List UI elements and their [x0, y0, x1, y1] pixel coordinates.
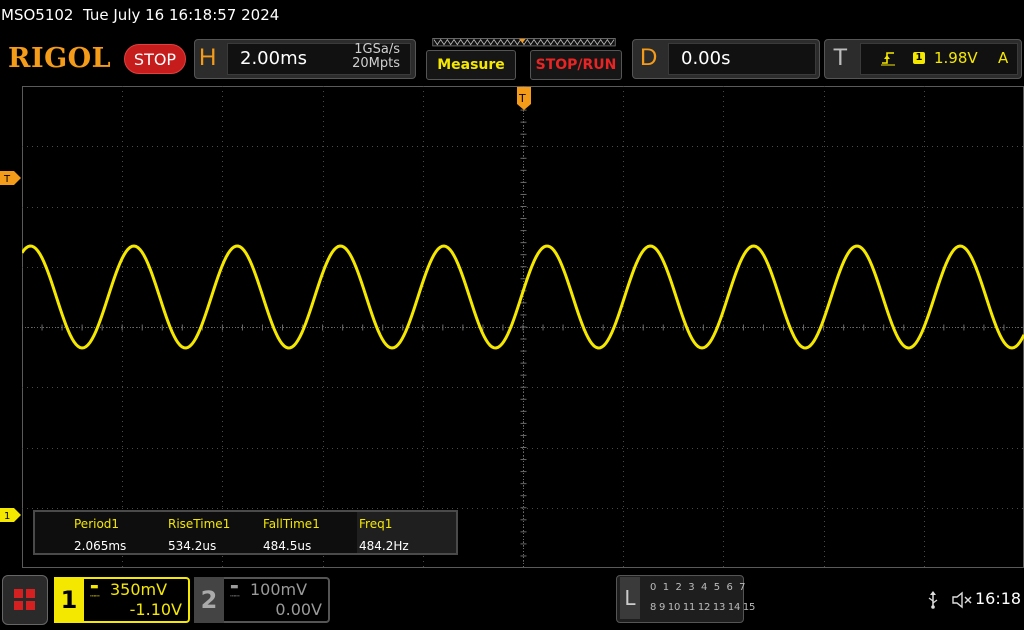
- channel1-offset: -1.10V: [129, 600, 182, 619]
- speaker-muted-icon[interactable]: [951, 591, 973, 609]
- measurement-value: 2.065ms: [74, 539, 127, 553]
- channel1-marker-label: 1: [4, 511, 10, 522]
- channel2-offset: 0.00V: [275, 600, 322, 619]
- trigger-marker-label: T: [3, 174, 11, 185]
- rigol-logo: RIGOL: [8, 43, 112, 74]
- delay-letter: D: [640, 44, 658, 71]
- delay-value: 0.00s: [681, 48, 731, 69]
- main-menu-button[interactable]: [2, 575, 48, 625]
- dc-coupling-icon: ▬ ┄┄: [90, 582, 100, 602]
- trigger-level-marker[interactable]: T: [0, 171, 22, 185]
- measurement-header: FallTime1: [263, 517, 320, 531]
- horizontal-letter: H: [199, 44, 217, 71]
- measurement-value: 534.2us: [168, 539, 217, 553]
- memory-depth: 20Mpts: [352, 56, 400, 71]
- stop-run-button[interactable]: STOP/RUN: [530, 50, 622, 80]
- status-line: MSO5102 Tue July 16 16:18:57 2024: [0, 0, 1024, 34]
- measure-button[interactable]: Measure: [426, 50, 516, 80]
- datetime-label: Tue July 16 16:18:57 2024: [83, 6, 280, 24]
- system-clock: 16:18: [975, 589, 1022, 608]
- trigger-letter: T: [833, 44, 848, 71]
- measurement-header: Freq1: [359, 517, 393, 531]
- memory-position-indicator: [432, 38, 616, 47]
- measurement-value: 484.5us: [263, 539, 312, 553]
- channel1-number: 1: [54, 577, 84, 623]
- sample-rate: 1GSa/s: [354, 42, 400, 57]
- trigger-level: 1.98V: [934, 49, 978, 67]
- measurement-value: 484.2Hz: [359, 539, 409, 553]
- waveform-display[interactable]: [22, 86, 1024, 568]
- trigger-source-chip: 1: [913, 52, 925, 64]
- timebase-value: 2.00ms: [240, 48, 307, 69]
- dc-coupling-icon: ▬ ┄┄: [230, 582, 240, 602]
- channel1-offset-marker[interactable]: 1: [0, 508, 22, 522]
- channel1-scale: 350mV: [110, 580, 168, 599]
- time-marker-label: T: [518, 92, 526, 105]
- model-label: MSO5102: [1, 6, 74, 24]
- measurement-header: RiseTime1: [168, 517, 231, 531]
- trigger-position-marker[interactable]: T: [515, 87, 533, 111]
- measurement-header: Period1: [74, 517, 120, 531]
- channel2-number: 2: [194, 577, 224, 623]
- usb-icon: [928, 591, 938, 609]
- acquisition-info: 1GSa/s 20Mpts: [330, 43, 400, 71]
- rising-edge-icon: [881, 52, 895, 66]
- logic-channels-row1: 0 1 2 3 4 5 6 7: [650, 582, 747, 593]
- grid-menu-icon: [14, 589, 35, 610]
- run-state-badge[interactable]: STOP: [124, 44, 186, 74]
- logic-channels-row2: 8 9 10 11 12 13 14 15: [650, 602, 756, 613]
- trigger-mode: A: [998, 49, 1009, 67]
- channel2-scale: 100mV: [250, 580, 308, 599]
- logic-letter: L: [620, 577, 640, 619]
